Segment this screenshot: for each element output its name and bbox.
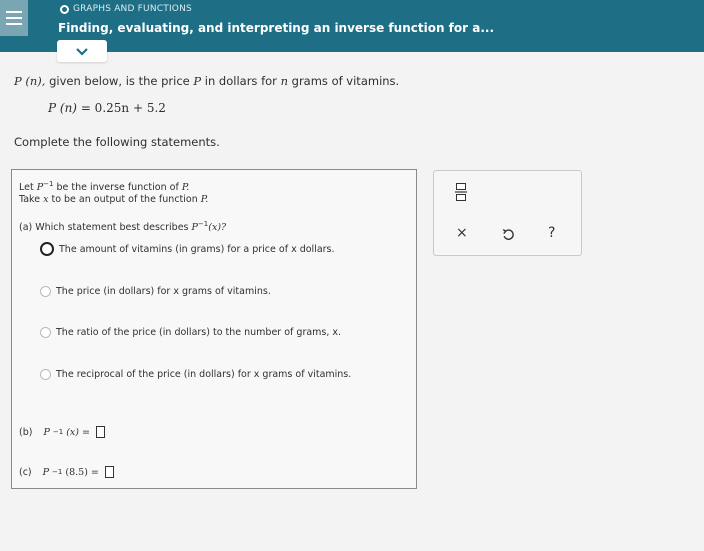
option-2[interactable]: The price (in dollars) for x grams of vi… <box>40 286 271 297</box>
intro-text-3: grams of vitamins. <box>287 74 400 88</box>
radio-button[interactable] <box>40 327 51 338</box>
topic-text: GRAPHS AND FUNCTIONS <box>73 4 192 14</box>
radio-button[interactable] <box>40 242 54 256</box>
instruction-text: Complete the following statements. <box>14 135 220 149</box>
clear-button[interactable]: × <box>456 225 468 241</box>
undo-icon[interactable] <box>502 228 515 241</box>
topic-label: GRAPHS AND FUNCTIONS <box>60 4 192 14</box>
intro-var-n: n <box>280 74 288 88</box>
part-a-label: (a) Which statement best describes <box>19 222 192 234</box>
fraction-icon[interactable] <box>454 182 468 202</box>
radio-button[interactable] <box>40 369 51 380</box>
option-1[interactable]: The amount of vitamins (in grams) for a … <box>40 242 335 256</box>
help-button[interactable]: ? <box>548 225 555 241</box>
tools-panel: × ? <box>433 170 582 256</box>
formula-lhs: P (n) <box>48 101 77 115</box>
topic-circle-icon <box>60 4 69 14</box>
part-b-label: (b) <box>19 426 33 438</box>
question-intro: P (n), given below, is the price P in do… <box>14 74 399 88</box>
let-suffix: be the inverse function of <box>53 182 182 194</box>
let-sup: −1 <box>43 180 54 188</box>
part-c-fn: P <box>42 466 50 478</box>
part-c: (c) P −1 (8.5) = <box>19 466 114 478</box>
menu-icon[interactable] <box>0 0 28 36</box>
part-b-sup: −1 <box>52 428 64 436</box>
part-c-arg: (8.5) <box>65 466 88 478</box>
part-b-equals: = <box>81 426 90 438</box>
definition-text: Let P−1 be the inverse function of P. Ta… <box>19 178 208 206</box>
expand-toggle[interactable] <box>57 40 107 62</box>
option-3[interactable]: The ratio of the price (in dollars) to t… <box>40 327 341 338</box>
let-prefix: Let <box>19 182 37 194</box>
part-b-arg: (x) <box>66 426 79 438</box>
answer-box-c[interactable] <box>104 466 114 478</box>
part-c-equals: = <box>90 466 99 478</box>
answer-box-b[interactable] <box>95 426 105 438</box>
part-c-sup: −1 <box>52 468 63 476</box>
radio-button[interactable] <box>40 286 51 297</box>
take-suffix: to be an output of the function <box>48 194 201 206</box>
let-p: P. <box>181 182 190 194</box>
part-a-prompt: (a) Which statement best describes P−1(x… <box>19 220 226 233</box>
intro-var-p: P <box>193 74 202 88</box>
option-4[interactable]: The reciprocal of the price (in dollars)… <box>40 369 351 380</box>
option-4-label: The reciprocal of the price (in dollars)… <box>56 369 352 380</box>
part-b: (b) P −1 (x) = <box>19 426 105 438</box>
take-p: P. <box>200 194 209 206</box>
formula: P (n) = 0.25n + 5.2 <box>48 101 166 115</box>
part-a-arg: (x)? <box>208 222 227 234</box>
formula-rhs: = 0.25n + 5.2 <box>80 101 166 115</box>
option-2-label: The price (in dollars) for x grams of vi… <box>56 286 271 297</box>
take-prefix: Take <box>19 194 44 206</box>
intro-function: P (n), <box>14 74 46 88</box>
option-1-label: The amount of vitamins (in grams) for a … <box>59 243 335 255</box>
part-a-sup: −1 <box>197 220 209 228</box>
option-3-label: The ratio of the price (in dollars) to t… <box>56 327 342 338</box>
part-b-fn: P <box>43 426 50 438</box>
page-title: Finding, evaluating, and interpreting an… <box>58 21 495 35</box>
intro-text: given below, is the price <box>45 74 194 88</box>
part-c-label: (c) <box>19 466 32 478</box>
intro-text-2: in dollars for <box>201 74 281 88</box>
answer-panel: Let P−1 be the inverse function of P. Ta… <box>11 169 417 489</box>
chevron-down-icon <box>76 47 88 56</box>
